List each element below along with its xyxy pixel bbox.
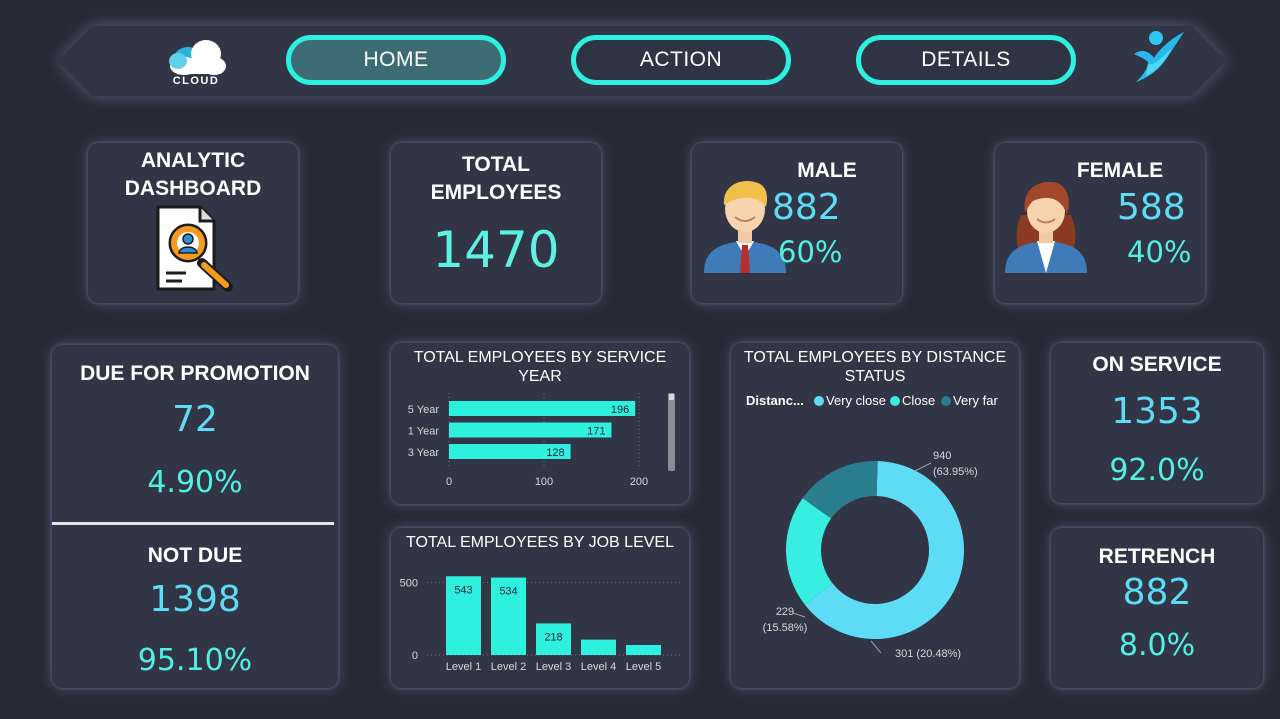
retrench-card: RETRENCH 882 8.0% [1051,528,1263,688]
bar-value-label: 543 [454,584,472,596]
document-search-icon [156,205,233,292]
slice-data-label: (63.95%) [933,466,978,478]
details-button[interactable]: DETAILS [856,35,1076,85]
total-title-line1: TOTAL [461,153,531,176]
legend-marker [941,396,951,406]
y-category-label: 3 Year [408,447,440,459]
analytic-dashboard-card: ANALYTIC DASHBOARD [88,143,298,303]
retrench-value: 882 [1122,572,1192,613]
y-tick-label: 0 [412,650,418,662]
service-year-chart-card: TOTAL EMPLOYEES BY SERVICE YEAR 0 100 200 5… [391,343,689,504]
legend-label: Very far [953,393,998,408]
male-card: MALE 882 60% [692,143,902,303]
leader-line [914,462,932,472]
female-avatar-icon [1005,182,1087,273]
slice-data-label: 940 [933,450,951,462]
male-pct: 60% [778,235,843,269]
male-value: 882 [772,187,841,228]
bar-value-label: 534 [499,586,517,598]
x-tick-label: 100 [535,476,553,488]
distance-chart: Distanc... Very close Close Very far 940 (63.… [746,393,998,660]
legend-title: Distanc... [746,393,804,408]
total-employees-card: TOTAL EMPLOYEES 1470 [391,143,601,303]
y-category-label: 5 Year [408,404,440,416]
bar-value-label: 196 [611,404,629,416]
analytic-title-line1: ANALYTIC [140,149,246,172]
not-due-pct: 95.10% [137,643,253,678]
retrench-title: RETRENCH [1098,545,1216,568]
on-service-card: ON SERVICE 1353 92.0% [1051,343,1263,503]
on-service-value: 1353 [1111,391,1203,432]
promotion-card: DUE FOR PROMOTION 72 4.90% NOT DUE 1398 … [52,345,338,688]
legend-marker [890,396,900,406]
bar [581,639,616,655]
service-year-chart: 0 100 200 5 Year 196 1 Year 171 3 Year 128 [408,393,675,488]
on-service-pct: 92.0% [1109,453,1205,488]
bar-value-label: 171 [587,426,605,438]
analytic-title-line2: DASHBOARD [124,177,262,200]
due-value: 72 [172,399,218,440]
slice-data-label: 229 [776,606,794,618]
total-employees-value: 1470 [432,221,560,279]
x-category-label: Level 5 [626,661,661,673]
female-title: FEMALE [1076,159,1164,182]
distance-chart-card: TOTAL EMPLOYEES BY DISTANCE STATUS Dista… [731,343,1019,688]
female-card: FEMALE 588 40% [995,143,1205,303]
cloud-logo-text: CLOUD [172,75,220,87]
chart-scrollbar-thumb[interactable] [669,394,674,400]
male-title: MALE [797,159,857,182]
not-due-title: NOT DUE [147,544,243,567]
x-tick-label: 200 [630,476,648,488]
x-category-label: Level 4 [581,661,616,673]
home-button[interactable]: HOME [286,35,506,85]
bar-value-label: 218 [544,631,562,643]
due-title: DUE FOR PROMOTION [80,362,310,385]
legend-label: Very close [826,393,886,408]
due-pct: 4.90% [147,465,243,500]
action-button[interactable]: ACTION [571,35,791,85]
female-value: 588 [1117,187,1186,228]
not-due-value: 1398 [149,579,241,620]
x-category-label: Level 3 [536,661,571,673]
x-category-label: Level 1 [446,661,481,673]
x-category-label: Level 2 [491,661,526,673]
leader-line [792,612,806,618]
job-level-chart: 0 500 543 Level 1 534 Level 2 218 Level 3 Level … [400,576,681,673]
y-category-label: 1 Year [408,426,440,438]
chart-scrollbar[interactable] [668,393,675,471]
total-title-line2: EMPLOYEES [430,181,562,204]
leader-line [870,640,882,654]
legend-marker [814,396,824,406]
bar-value-label: 128 [546,447,564,459]
bar [449,401,636,416]
slice-data-label: (15.58%) [763,622,808,634]
retrench-pct: 8.0% [1118,628,1196,663]
job-level-chart-card: TOTAL EMPLOYEES BY JOB LEVEL 0 500 543 Leve… [391,528,689,688]
bar [626,644,661,655]
slice-data-label: 301 (20.48%) [895,648,961,660]
legend-label: Close [902,393,935,408]
divider [52,522,334,525]
y-tick-label: 500 [400,578,418,590]
x-tick-label: 0 [446,476,452,488]
on-service-title: ON SERVICE [1092,353,1222,376]
brand-icon [1134,31,1184,82]
female-pct: 40% [1127,235,1192,269]
